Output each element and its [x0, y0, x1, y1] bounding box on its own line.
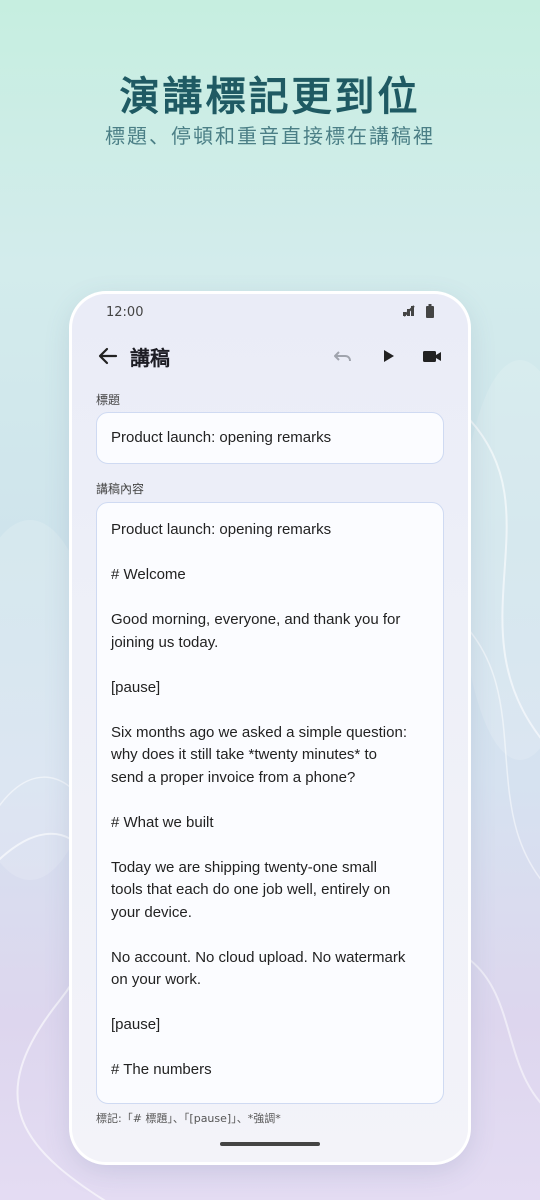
script-line: tools that each do one job well, entirel… — [111, 881, 391, 898]
script-line — [111, 587, 429, 610]
content-field-label: 講稿內容 — [96, 482, 145, 496]
script-line — [111, 834, 429, 857]
title-input[interactable]: Product launch: opening remarks — [96, 412, 444, 464]
script-line — [111, 542, 429, 565]
promo-subline: 標題、停頓和重音直接標在講稿裡 — [105, 124, 435, 148]
script-line: your device. — [111, 903, 192, 921]
play-icon[interactable] — [376, 344, 400, 368]
markup-hint: 標記:「# 標題」、「[pause]」、*強調* — [96, 1112, 281, 1125]
title-field-label: 標題 — [96, 393, 121, 407]
script-content-textarea[interactable]: Product launch: opening remarks # Welcome… — [96, 502, 444, 1104]
status-bar: 12:00 — [106, 304, 434, 324]
script-line — [111, 992, 429, 1015]
phone-frame: 12:00 講稿 標題 Product launch: opening rema… — [72, 294, 468, 1162]
script-line: [pause] — [111, 1016, 161, 1033]
script-line: Today we are shipping twenty-one small — [111, 858, 377, 876]
script-line: [pause] — [111, 678, 161, 696]
battery-icon — [426, 304, 434, 322]
script-line: # Welcome — [111, 566, 186, 583]
undo-icon[interactable] — [330, 344, 354, 368]
page-title: 講稿 — [130, 346, 170, 370]
script-line: why does it still take *twenty minutes* … — [111, 746, 377, 763]
video-camera-icon[interactable] — [420, 344, 444, 368]
script-line: joining us today. — [111, 633, 219, 651]
script-line: Good morning, everyone, and thank you fo… — [111, 611, 401, 628]
app-bar: 講稿 — [72, 338, 468, 374]
script-line — [111, 789, 429, 812]
script-line — [111, 654, 429, 677]
status-time: 12:00 — [106, 305, 144, 320]
script-line: on your work. — [111, 971, 202, 988]
signal-off-icon — [402, 304, 416, 322]
script-line — [111, 699, 429, 722]
home-indicator[interactable] — [220, 1142, 320, 1146]
back-arrow-icon[interactable] — [96, 344, 120, 368]
script-line — [111, 924, 429, 947]
script-content-lines: Product launch: opening remarks # Welcome… — [97, 503, 443, 1082]
script-line: Six months ago we asked a simple questio… — [111, 723, 407, 741]
script-line: send a proper invoice from a phone? — [111, 768, 356, 786]
title-input-value: Product launch: opening remarks — [111, 429, 332, 446]
script-line: # The numbers — [111, 1061, 212, 1078]
script-line — [111, 1037, 429, 1060]
script-line: # What we built — [111, 813, 214, 831]
script-line: No account. No cloud upload. No watermar… — [111, 948, 406, 966]
script-line: Product launch: opening remarks — [111, 521, 332, 538]
promo-headline: 演講標記更到位 — [119, 74, 421, 120]
